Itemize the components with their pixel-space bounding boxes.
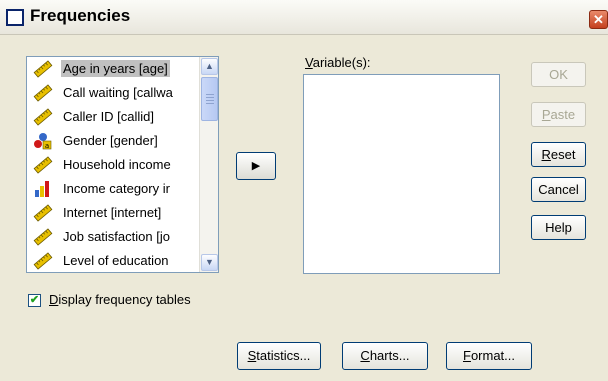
- variable-item-label: Caller ID [callid]: [63, 109, 155, 124]
- scale-ruler-icon: [33, 60, 53, 78]
- source-variable-list[interactable]: Age in years [age] Call waiting [callwa Ca…: [26, 56, 219, 273]
- display-frequency-tables-label[interactable]: Display frequency tables: [49, 292, 191, 307]
- variable-item-label: Call waiting [callwa: [63, 85, 173, 100]
- variable-item-label: Income category ir: [63, 181, 170, 196]
- variable-item-label: Job satisfaction [jo: [63, 229, 170, 244]
- variable-items: Age in years [age] Call waiting [callwa Ca…: [27, 57, 199, 272]
- window-icon: [6, 9, 24, 26]
- scale-ruler-icon: [33, 84, 53, 102]
- variable-item[interactable]: a Gender [gender]: [27, 129, 199, 153]
- target-variables-list[interactable]: [303, 74, 500, 274]
- variable-item[interactable]: Age in years [age]: [27, 57, 199, 81]
- reset-button[interactable]: Reset: [531, 142, 586, 167]
- scale-ruler-icon: [33, 228, 53, 246]
- scroll-down-button[interactable]: ▼: [201, 254, 218, 271]
- variable-item[interactable]: Job satisfaction [jo: [27, 225, 199, 249]
- scale-ruler-icon: [33, 252, 53, 270]
- variable-item[interactable]: Caller ID [callid]: [27, 105, 199, 129]
- variable-item[interactable]: Call waiting [callwa: [27, 81, 199, 105]
- variable-item[interactable]: Income category ir: [27, 177, 199, 201]
- statistics-button[interactable]: Statistics...: [237, 342, 321, 370]
- ok-button[interactable]: OK: [531, 62, 586, 87]
- title-bar[interactable]: Frequencies ✕: [0, 0, 608, 35]
- variable-item[interactable]: Level of education: [27, 249, 199, 272]
- variables-label: Variable(s):: [305, 55, 371, 70]
- scroll-thumb[interactable]: [201, 77, 218, 121]
- scale-ruler-icon: [33, 156, 53, 174]
- help-button[interactable]: Help: [531, 215, 586, 240]
- paste-button[interactable]: Paste: [531, 102, 586, 127]
- list-scrollbar[interactable]: ▲ ▼: [199, 57, 218, 272]
- variable-item-label: Age in years [age]: [61, 60, 170, 77]
- scale-ruler-icon: [33, 204, 53, 222]
- svg-text:a: a: [45, 142, 49, 150]
- move-variable-button[interactable]: ▶: [236, 152, 276, 180]
- charts-button[interactable]: Charts...: [342, 342, 428, 370]
- frequencies-dialog: Frequencies ✕ Age in years [age] Call wai…: [0, 0, 608, 381]
- close-button[interactable]: ✕: [589, 10, 608, 29]
- display-frequency-tables-checkbox[interactable]: ✔: [28, 294, 41, 307]
- variable-item-label: Level of education: [63, 253, 169, 268]
- scroll-up-button[interactable]: ▲: [201, 58, 218, 75]
- variable-item[interactable]: Internet [internet]: [27, 201, 199, 225]
- nominal-icon: a: [33, 132, 53, 150]
- format-button[interactable]: Format...: [446, 342, 532, 370]
- variable-item-label: Household income: [63, 157, 171, 172]
- cancel-button[interactable]: Cancel: [531, 177, 586, 202]
- variable-item-label: Gender [gender]: [63, 133, 158, 148]
- ordinal-bars-icon: [33, 180, 53, 198]
- window-title: Frequencies: [30, 6, 131, 25]
- variable-item[interactable]: Household income: [27, 153, 199, 177]
- variable-item-label: Internet [internet]: [63, 205, 162, 220]
- scale-ruler-icon: [33, 108, 53, 126]
